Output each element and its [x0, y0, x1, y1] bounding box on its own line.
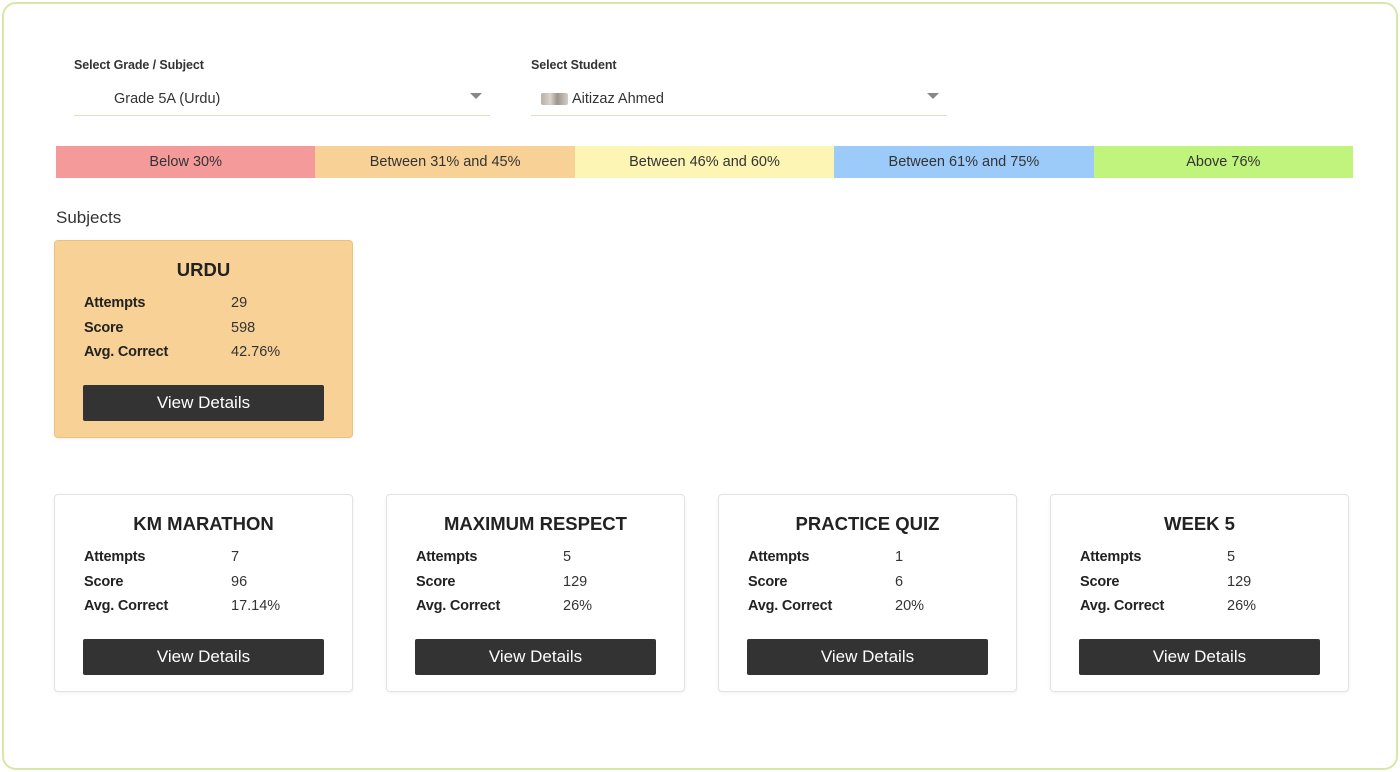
stat-value: 42.76%	[231, 344, 281, 361]
grade-select[interactable]: Grade 5A (Urdu)	[74, 82, 490, 116]
stat-value: 96	[231, 573, 248, 590]
stat-label: Avg. Correct	[416, 598, 501, 615]
legend-label: Between 31% and 45%	[369, 154, 521, 170]
card-title: WEEK 5	[1164, 513, 1235, 534]
card-stats: Attempts 5 Score 129 Avg. Correct 26%	[1051, 545, 1348, 619]
stat-label: Attempts	[1080, 549, 1142, 566]
stat-value: 1	[895, 549, 904, 566]
view-details-button[interactable]: View Details	[83, 385, 324, 421]
stat-label: Score	[1080, 573, 1120, 590]
activity-card: PRACTICE QUIZ Attempts 1 Score 6 Avg. Co…	[718, 494, 1017, 692]
stat-value: 17.14%	[231, 598, 281, 615]
stat-row-avg-correct: Avg. Correct 20%	[748, 594, 1016, 619]
stat-row-attempts: Attempts 5	[1080, 545, 1348, 570]
subject-card: URDU Attempts 29 Score 598 Avg. Correct …	[54, 240, 353, 438]
card-stats: Attempts 29 Score 598 Avg. Correct 42.76…	[55, 291, 352, 365]
grade-filter: Select Grade / Subject Grade 5A (Urdu)	[74, 56, 490, 116]
section-title: Subjects	[56, 208, 122, 227]
dashboard-frame: Select Grade / Subject Grade 5A (Urdu) S…	[2, 2, 1398, 770]
student-avatar	[541, 92, 568, 105]
legend-item: Above 76%	[1093, 146, 1354, 178]
stat-row-avg-correct: Avg. Correct 26%	[416, 594, 684, 619]
stat-row-avg-correct: Avg. Correct 26%	[1080, 594, 1348, 619]
legend-item: Between 46% and 60%	[574, 146, 835, 178]
stat-row-score: Score 6	[748, 570, 1016, 595]
legend-item: Between 31% and 45%	[315, 146, 575, 178]
stat-row-score: Score 129	[1080, 570, 1348, 595]
stat-value: 5	[563, 549, 572, 566]
stat-value: 5	[1227, 549, 1236, 566]
card-title: MAXIMUM RESPECT	[444, 513, 627, 534]
stat-row-attempts: Attempts 29	[84, 291, 352, 316]
stat-row-attempts: Attempts 1	[748, 545, 1016, 570]
score-legend: Below 30% Between 31% and 45% Between 46…	[56, 146, 1354, 178]
stat-label: Attempts	[416, 549, 478, 566]
stat-value: 129	[1227, 573, 1252, 590]
stat-label: Score	[84, 319, 124, 336]
activity-card: WEEK 5 Attempts 5 Score 129 Avg. Correct…	[1050, 494, 1349, 692]
student-filter: Select Student Aitizaz Ahmed	[531, 56, 947, 116]
legend-item: Between 61% and 75%	[834, 146, 1094, 178]
card-title: URDU	[176, 259, 231, 280]
stat-label: Score	[748, 573, 788, 590]
stat-label: Score	[84, 573, 124, 590]
grade-filter-label: Select Grade / Subject	[74, 58, 204, 72]
view-details-button[interactable]: View Details	[415, 639, 656, 675]
view-details-button[interactable]: View Details	[1079, 639, 1320, 675]
legend-label: Between 46% and 60%	[629, 154, 780, 170]
stat-label: Attempts	[748, 549, 810, 566]
stat-row-score: Score 598	[84, 316, 352, 341]
stat-row-score: Score 129	[416, 570, 684, 595]
stat-value: 7	[231, 549, 240, 566]
stat-label: Attempts	[84, 549, 146, 566]
card-title: PRACTICE QUIZ	[795, 513, 940, 534]
chevron-down-icon	[927, 93, 939, 99]
stat-value: 26%	[563, 598, 593, 615]
stat-label: Attempts	[84, 295, 146, 312]
card-stats: Attempts 7 Score 96 Avg. Correct 17.14%	[55, 545, 352, 619]
stat-value: 598	[231, 319, 256, 336]
stat-value: 20%	[895, 598, 925, 615]
legend-label: Between 61% and 75%	[888, 154, 1040, 170]
legend-item: Below 30%	[56, 146, 316, 178]
stat-value: 129	[563, 573, 588, 590]
view-details-button[interactable]: View Details	[83, 639, 324, 675]
view-details-button[interactable]: View Details	[747, 639, 988, 675]
legend-label: Below 30%	[149, 154, 222, 170]
grade-select-value: Grade 5A (Urdu)	[114, 90, 221, 107]
stat-label: Avg. Correct	[84, 344, 169, 361]
stat-row-avg-correct: Avg. Correct 42.76%	[84, 340, 352, 365]
card-stats: Attempts 5 Score 129 Avg. Correct 26%	[387, 545, 684, 619]
stat-label: Avg. Correct	[748, 598, 833, 615]
activity-card: MAXIMUM RESPECT Attempts 5 Score 129 Avg…	[386, 494, 685, 692]
activity-card: KM MARATHON Attempts 7 Score 96 Avg. Cor…	[54, 494, 353, 692]
stat-row-attempts: Attempts 7	[84, 545, 352, 570]
filters-bar: Select Grade / Subject Grade 5A (Urdu) S…	[74, 56, 954, 120]
stat-value: 6	[895, 573, 904, 590]
card-title: KM MARATHON	[133, 513, 274, 534]
chevron-down-icon	[470, 93, 482, 99]
stat-value: 29	[231, 295, 248, 312]
stat-label: Avg. Correct	[1080, 598, 1165, 615]
student-select[interactable]: Aitizaz Ahmed	[531, 82, 947, 116]
stat-label: Score	[416, 573, 456, 590]
stat-value: 26%	[1227, 598, 1257, 615]
student-filter-label: Select Student	[531, 58, 617, 72]
stat-row-score: Score 96	[84, 570, 352, 595]
card-stats: Attempts 1 Score 6 Avg. Correct 20%	[719, 545, 1016, 619]
stat-label: Avg. Correct	[84, 598, 169, 615]
stat-row-avg-correct: Avg. Correct 17.14%	[84, 594, 352, 619]
legend-label: Above 76%	[1186, 154, 1261, 170]
student-select-value-wrap: Aitizaz Ahmed	[531, 91, 664, 107]
stat-row-attempts: Attempts 5	[416, 545, 684, 570]
student-select-value: Aitizaz Ahmed	[572, 90, 664, 107]
